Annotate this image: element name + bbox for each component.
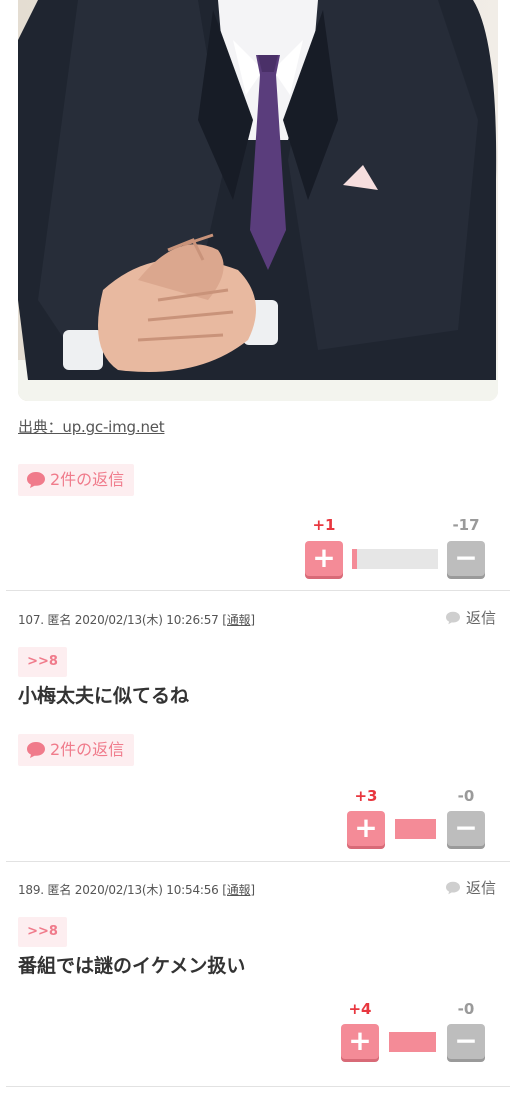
minus-vote-count: -0 — [457, 1000, 475, 1018]
image-source-link[interactable]: 出典：up.gc-img.net — [18, 416, 165, 437]
reply-button-label: 返信 — [465, 609, 496, 627]
speech-bubble-icon — [445, 611, 460, 624]
minus-vote-count: -17 — [452, 516, 480, 534]
plus-vote-count: +3 — [354, 787, 378, 805]
reply-count-label: 2件の返信 — [50, 470, 125, 489]
vote-ratio-fill — [352, 549, 358, 569]
minus-vote-button[interactable]: − — [447, 541, 485, 576]
divider — [6, 1086, 510, 1087]
vote-ratio-bar — [389, 1032, 436, 1052]
divider — [6, 861, 510, 862]
comment-number-name: 189. 匿名 — [18, 883, 72, 897]
report-link[interactable]: [通報] — [222, 883, 255, 897]
plus-vote-button[interactable]: + — [341, 1024, 379, 1059]
plus-vote-count: +1 — [312, 516, 336, 534]
comment-image[interactable] — [18, 0, 498, 401]
reply-count-label: 2件の返信 — [50, 740, 125, 759]
comment-number-name: 107. 匿名 — [18, 613, 72, 627]
plus-vote-count: +4 — [348, 1000, 372, 1018]
reply-button[interactable]: 返信 — [445, 607, 496, 628]
comment-text: 番組では謎のイケメン扱い — [18, 955, 246, 977]
reply-button[interactable]: 返信 — [445, 877, 496, 898]
plus-vote-button[interactable]: + — [305, 541, 343, 576]
report-link[interactable]: [通報] — [222, 613, 255, 627]
anchor-link[interactable]: >>8 — [18, 917, 67, 947]
comment-meta: 107. 匿名 2020/02/13(木) 10:26:57 [通報] — [18, 611, 255, 628]
vote-ratio-fill — [389, 1032, 436, 1052]
minus-vote-count: -0 — [457, 787, 475, 805]
reply-button-label: 返信 — [465, 879, 496, 897]
plus-vote-button[interactable]: + — [347, 811, 385, 846]
comment-meta: 189. 匿名 2020/02/13(木) 10:54:56 [通報] — [18, 881, 255, 898]
comment-text: 小梅太夫に似てるね — [18, 685, 190, 707]
minus-vote-button[interactable]: − — [447, 1024, 485, 1059]
vote-ratio-bar — [395, 819, 436, 839]
vote-ratio-fill — [395, 819, 436, 839]
speech-bubble-icon — [27, 742, 45, 758]
speech-bubble-icon — [445, 881, 460, 894]
reply-count-button[interactable]: 2件の返信 — [18, 464, 135, 496]
comment-datetime: 2020/02/13(木) 10:54:56 — [74, 883, 219, 897]
suit-man-photo — [18, 0, 498, 401]
comment-datetime: 2020/02/13(木) 10:26:57 — [74, 613, 219, 627]
reply-count-button[interactable]: 2件の返信 — [18, 734, 135, 766]
divider — [6, 590, 510, 591]
minus-vote-button[interactable]: − — [447, 811, 485, 846]
speech-bubble-icon — [27, 472, 45, 488]
vote-ratio-bar — [352, 549, 438, 569]
anchor-link[interactable]: >>8 — [18, 647, 67, 677]
